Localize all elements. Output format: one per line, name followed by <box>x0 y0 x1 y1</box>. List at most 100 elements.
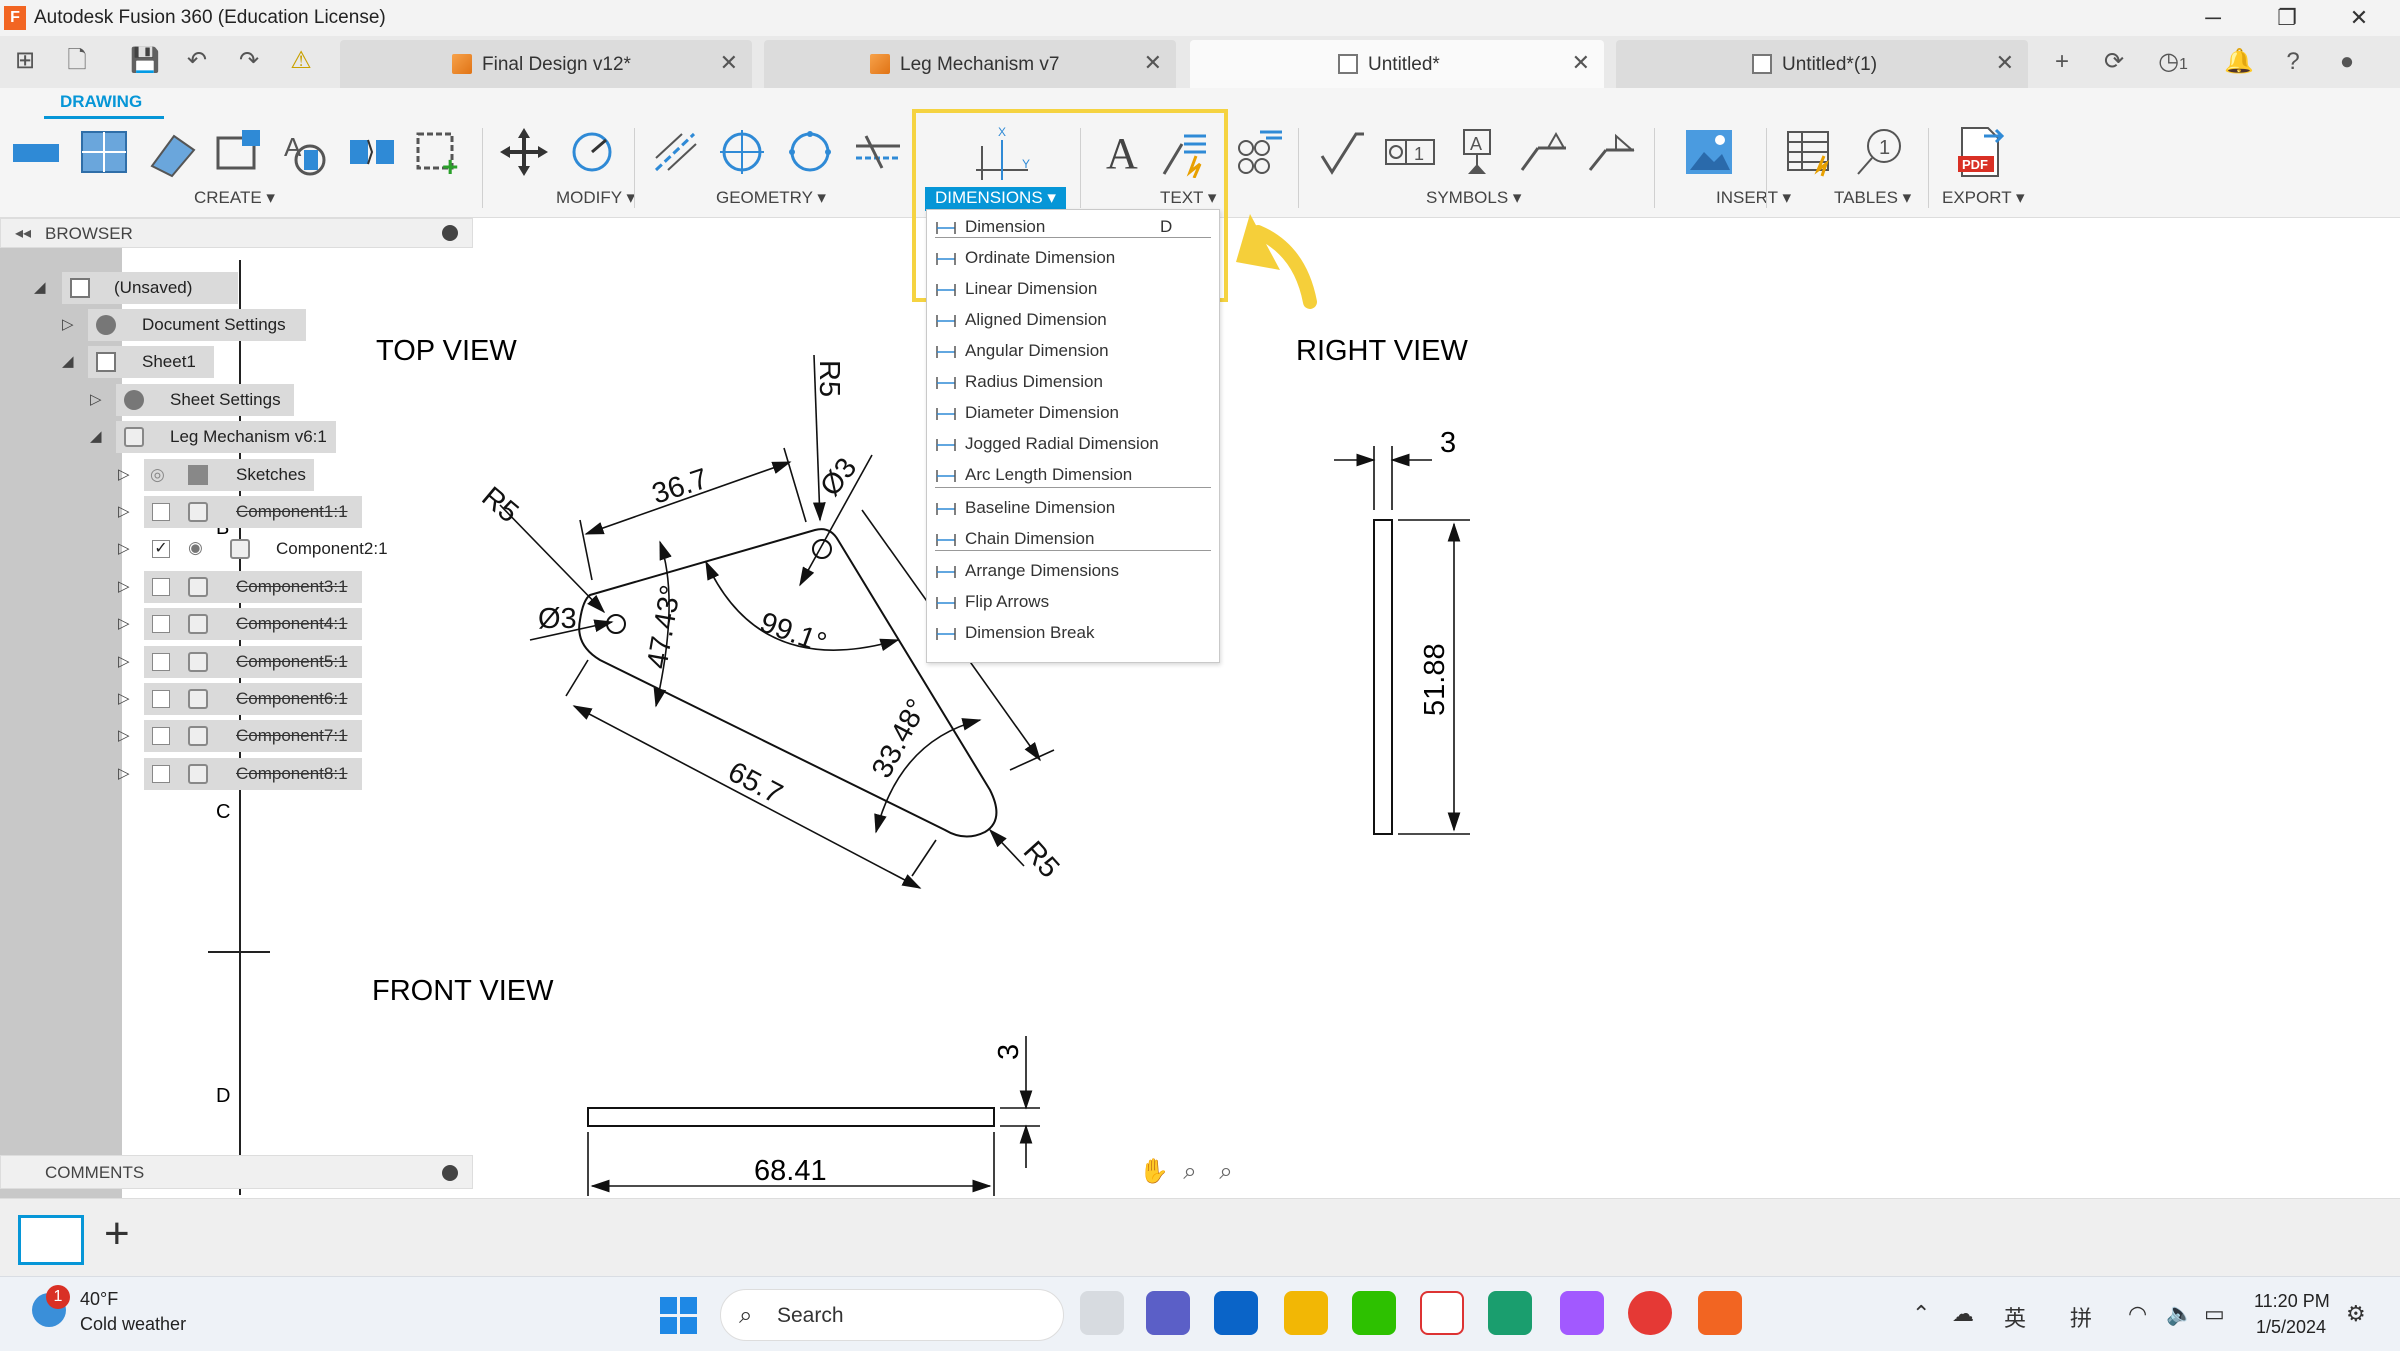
right-view-part[interactable] <box>1373 519 1393 835</box>
expand-arrow-icon[interactable]: ▷ <box>62 315 74 333</box>
tree-component[interactable]: ▷ Component4:1 <box>118 608 378 641</box>
warning-icon[interactable]: ⚠ <box>286 46 316 76</box>
undo-icon[interactable]: ↶ <box>182 46 212 76</box>
clock-time[interactable]: 11:20 PM <box>2254 1291 2330 1312</box>
visibility-checkbox[interactable] <box>152 727 170 746</box>
dim-angle-47[interactable]: 47.43° <box>641 583 687 671</box>
break-view-icon[interactable]: A <box>278 126 330 178</box>
rotate-icon[interactable] <box>566 126 618 178</box>
task-view-icon[interactable] <box>1080 1291 1124 1335</box>
visibility-checkbox[interactable] <box>152 652 170 671</box>
balloon-icon[interactable]: 1 <box>1854 126 1906 178</box>
expand-arrow-icon[interactable]: ◢ <box>90 427 102 445</box>
expand-arrow-icon[interactable]: ▷ <box>118 726 130 744</box>
figma-icon[interactable] <box>1560 1291 1604 1335</box>
weather-description[interactable]: Cold weather <box>80 1314 186 1335</box>
ordinate-dimension-icon[interactable]: XY <box>972 124 1034 184</box>
tree-component[interactable]: ▷ Component6:1 <box>118 683 378 715</box>
collapse-browser-icon[interactable]: ◂◂ <box>15 223 31 243</box>
expand-arrow-icon[interactable]: ▷ <box>118 652 130 670</box>
leader-text-icon[interactable] <box>1160 126 1212 179</box>
expand-arrow-icon[interactable]: ▷ <box>118 502 130 520</box>
dim-right-height[interactable]: 51.88 <box>1419 643 1451 716</box>
user-avatar[interactable]: ● <box>2330 46 2364 78</box>
tree-component[interactable]: ▷ Component3:1 <box>118 570 378 603</box>
dim-front-length[interactable]: 68.41 <box>754 1155 827 1187</box>
notification-center-icon[interactable]: ⚙ <box>2346 1301 2366 1327</box>
balloon-pattern-icon[interactable] <box>1232 126 1284 178</box>
minimize-button[interactable]: ─ <box>2183 2 2243 34</box>
eye-icon[interactable]: ◉ <box>188 538 203 558</box>
save-icon[interactable]: 💾 <box>130 46 160 76</box>
front-view-part[interactable] <box>587 1107 995 1127</box>
menu-item-dimension-break[interactable]: Dimension Break <box>927 618 1219 648</box>
section-view-icon[interactable] <box>146 126 198 178</box>
expand-arrow-icon[interactable]: ▷ <box>118 764 130 782</box>
tree-component[interactable]: ▷ Component7:1 <box>118 720 378 753</box>
expand-arrow-icon[interactable]: ◢ <box>62 352 74 370</box>
dim-r5-bottom[interactable]: R5 <box>1017 835 1066 884</box>
battery-icon[interactable]: ▭ <box>2204 1301 2225 1327</box>
tables-group-label[interactable]: TABLES ▾ <box>1834 188 1911 208</box>
fusion-taskbar-icon[interactable] <box>1698 1291 1742 1335</box>
base-view-icon[interactable] <box>10 126 62 178</box>
export-group-label[interactable]: EXPORT ▾ <box>1942 188 2025 208</box>
feature-control-frame-icon[interactable]: 1 <box>1384 126 1436 178</box>
close-window-button[interactable]: ✕ <box>2329 2 2389 34</box>
dim-angle-33[interactable]: 33.48° <box>866 694 934 783</box>
app-grid-icon[interactable]: ⊞ <box>10 46 40 76</box>
edge-extension-icon[interactable] <box>852 126 904 178</box>
weld-symbol-icon[interactable] <box>1518 126 1570 178</box>
tree-component[interactable]: ▷ Component8:1 <box>118 757 378 790</box>
menu-item-angular-dimension[interactable]: Angular Dimension <box>927 336 1219 366</box>
visibility-checkbox[interactable] <box>152 503 170 521</box>
dim-dia3-left[interactable]: Ø3 <box>538 603 577 635</box>
taper-slope-icon[interactable] <box>1586 126 1638 178</box>
tree-view-reference[interactable]: ◢ Leg Mechanism v6:1 <box>90 421 370 453</box>
surface-texture-icon[interactable] <box>1316 126 1368 178</box>
help-icon[interactable]: ? <box>2276 46 2310 78</box>
clock-date[interactable]: 1/5/2024 <box>2256 1317 2326 1338</box>
close-tab-icon[interactable]: ✕ <box>1572 50 1590 76</box>
tab-untitled-1[interactable]: Untitled*(1) ✕ <box>1616 40 2028 88</box>
centerline-icon[interactable] <box>650 126 702 178</box>
close-tab-icon[interactable]: ✕ <box>1144 50 1162 76</box>
dim-65-7[interactable]: 65.7 <box>723 756 788 811</box>
table-icon[interactable] <box>1784 126 1836 178</box>
dim-right-thickness[interactable]: 3 <box>1440 427 1456 459</box>
outlook-icon[interactable] <box>1214 1291 1258 1335</box>
pan-icon[interactable]: ✋ <box>1136 1157 1172 1189</box>
modify-group-label[interactable]: MODIFY ▾ <box>556 188 635 208</box>
visibility-checkbox[interactable] <box>152 577 170 596</box>
dimensions-group-label[interactable]: DIMENSIONS ▾ <box>925 187 1066 211</box>
visibility-checkbox[interactable] <box>152 615 170 634</box>
expand-arrow-icon[interactable]: ◢ <box>34 278 46 296</box>
dim-36-7[interactable]: 36.7 <box>648 463 712 511</box>
ime-pinyin[interactable]: 拼 <box>2070 1301 2092 1333</box>
expand-arrow-icon[interactable]: ▷ <box>118 577 130 595</box>
close-tab-icon[interactable]: ✕ <box>1996 50 2014 76</box>
menu-item-aligned-dimension[interactable]: Aligned Dimension <box>927 305 1219 335</box>
projected-view-icon[interactable] <box>78 126 130 178</box>
volume-icon[interactable]: 🔈 <box>2166 1301 2193 1327</box>
show-hidden-icons-icon[interactable]: ⌃ <box>1912 1301 1930 1327</box>
dim-r5-left[interactable]: R5 <box>476 481 525 529</box>
datum-identifier-icon[interactable]: A <box>1452 126 1504 178</box>
center-mark-pattern-icon[interactable] <box>784 126 836 178</box>
windows-start-icon[interactable] <box>660 1297 698 1335</box>
expand-arrow-icon[interactable]: ▷ <box>118 539 130 557</box>
insert-group-label[interactable]: INSERT ▾ <box>1716 188 1791 208</box>
tab-drawing[interactable]: DRAWING <box>60 92 142 112</box>
menu-item-jogged-radial-dimension[interactable]: Jogged Radial Dimension <box>927 429 1219 459</box>
sheet-thumbnail[interactable] <box>18 1215 84 1265</box>
dim-front-thickness[interactable]: 3 <box>993 1044 1025 1060</box>
geometry-group-label[interactable]: GEOMETRY ▾ <box>716 188 826 208</box>
tree-document-settings[interactable]: ▷ Document Settings <box>62 309 322 341</box>
menu-item-linear-dimension[interactable]: Linear Dimension <box>927 274 1219 304</box>
wifi-icon[interactable]: ◠ <box>2128 1301 2147 1327</box>
expand-arrow-icon[interactable]: ▷ <box>118 465 130 483</box>
ime-english[interactable]: 英 <box>2004 1301 2026 1333</box>
chrome-icon[interactable] <box>1628 1291 1672 1335</box>
detail-view-icon[interactable] <box>212 126 264 178</box>
new-tab-icon[interactable]: + <box>2045 46 2079 78</box>
